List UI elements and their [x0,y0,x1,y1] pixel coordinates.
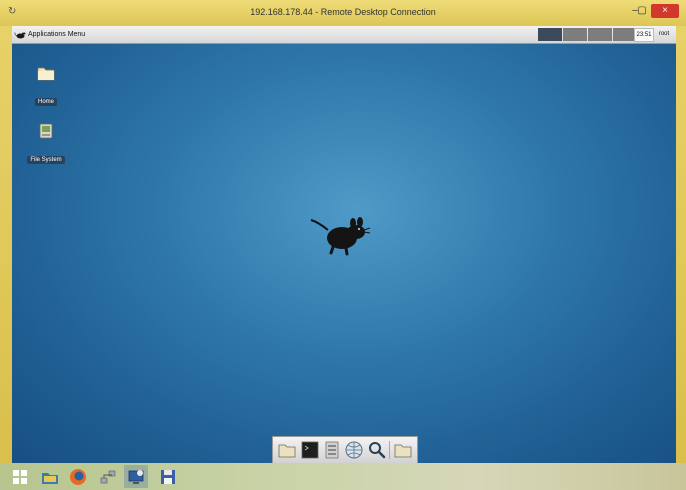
save-icon [161,469,175,484]
applications-menu-label: Applications Menu [28,31,86,38]
dock-terminal-button[interactable] [300,440,320,460]
desktop-icon-label: Home [34,98,57,106]
dock-separator [389,441,391,459]
applications-menu-button[interactable]: Applications Menu [14,27,85,42]
taskbar-remote-desktop-button[interactable] [124,465,148,488]
windows-start-icon [13,469,27,484]
desktop-icon-file-system[interactable]: File System [22,122,70,166]
xfce-bottom-dock [272,436,418,463]
desktop-icon-home[interactable]: Home [22,64,70,108]
maximize-button[interactable]: ▢ [634,4,650,18]
desktop-icon-label: File System [27,156,65,164]
dock-file-manager-button[interactable] [322,440,342,460]
start-button[interactable] [8,465,32,488]
workspace-1[interactable] [538,28,562,41]
taskbar-firefox-button[interactable] [66,465,90,488]
folder-icon [394,444,412,458]
explorer-icon [42,472,58,484]
panel-user[interactable]: root [655,28,673,40]
remote-desktop-area[interactable]: Applications Menu 23:51 root Home File S… [12,26,676,463]
dock-search-button[interactable] [367,440,387,460]
search-icon [368,442,386,459]
close-button[interactable]: × [651,4,679,18]
folder-icon [37,67,55,81]
workspace-switcher [538,28,638,41]
workspace-3[interactable] [588,28,612,41]
remote-desktop-icon [128,469,144,484]
taskbar-network-button[interactable] [96,465,120,488]
terminal-icon [301,441,319,459]
dock-folder-button[interactable] [393,440,413,460]
network-icon [100,470,116,483]
xfce-top-panel: Applications Menu 23:51 root [12,26,676,44]
window-title: 192.168.178.44 - Remote Desktop Connecti… [250,7,436,17]
windows-taskbar [0,463,686,490]
panel-clock[interactable]: 23:51 [634,28,654,42]
folder-icon [278,444,296,458]
window-titlebar[interactable]: ↻ 192.168.178.44 - Remote Desktop Connec… [0,0,686,26]
taskbar-explorer-button[interactable] [38,465,62,488]
taskbar-save-button[interactable] [156,465,180,488]
web-browser-icon [345,441,363,459]
xfce-mouse-logo [310,217,371,256]
drive-icon [39,123,53,139]
file-manager-icon [325,441,339,459]
dock-web-browser-button[interactable] [344,440,364,460]
xfce-mouse-icon [14,31,26,38]
remote-desktop-window: ↻ 192.168.178.44 - Remote Desktop Connec… [0,0,686,463]
firefox-icon [70,468,86,485]
workspace-2[interactable] [563,28,587,41]
dock-folder-button[interactable] [277,440,297,460]
